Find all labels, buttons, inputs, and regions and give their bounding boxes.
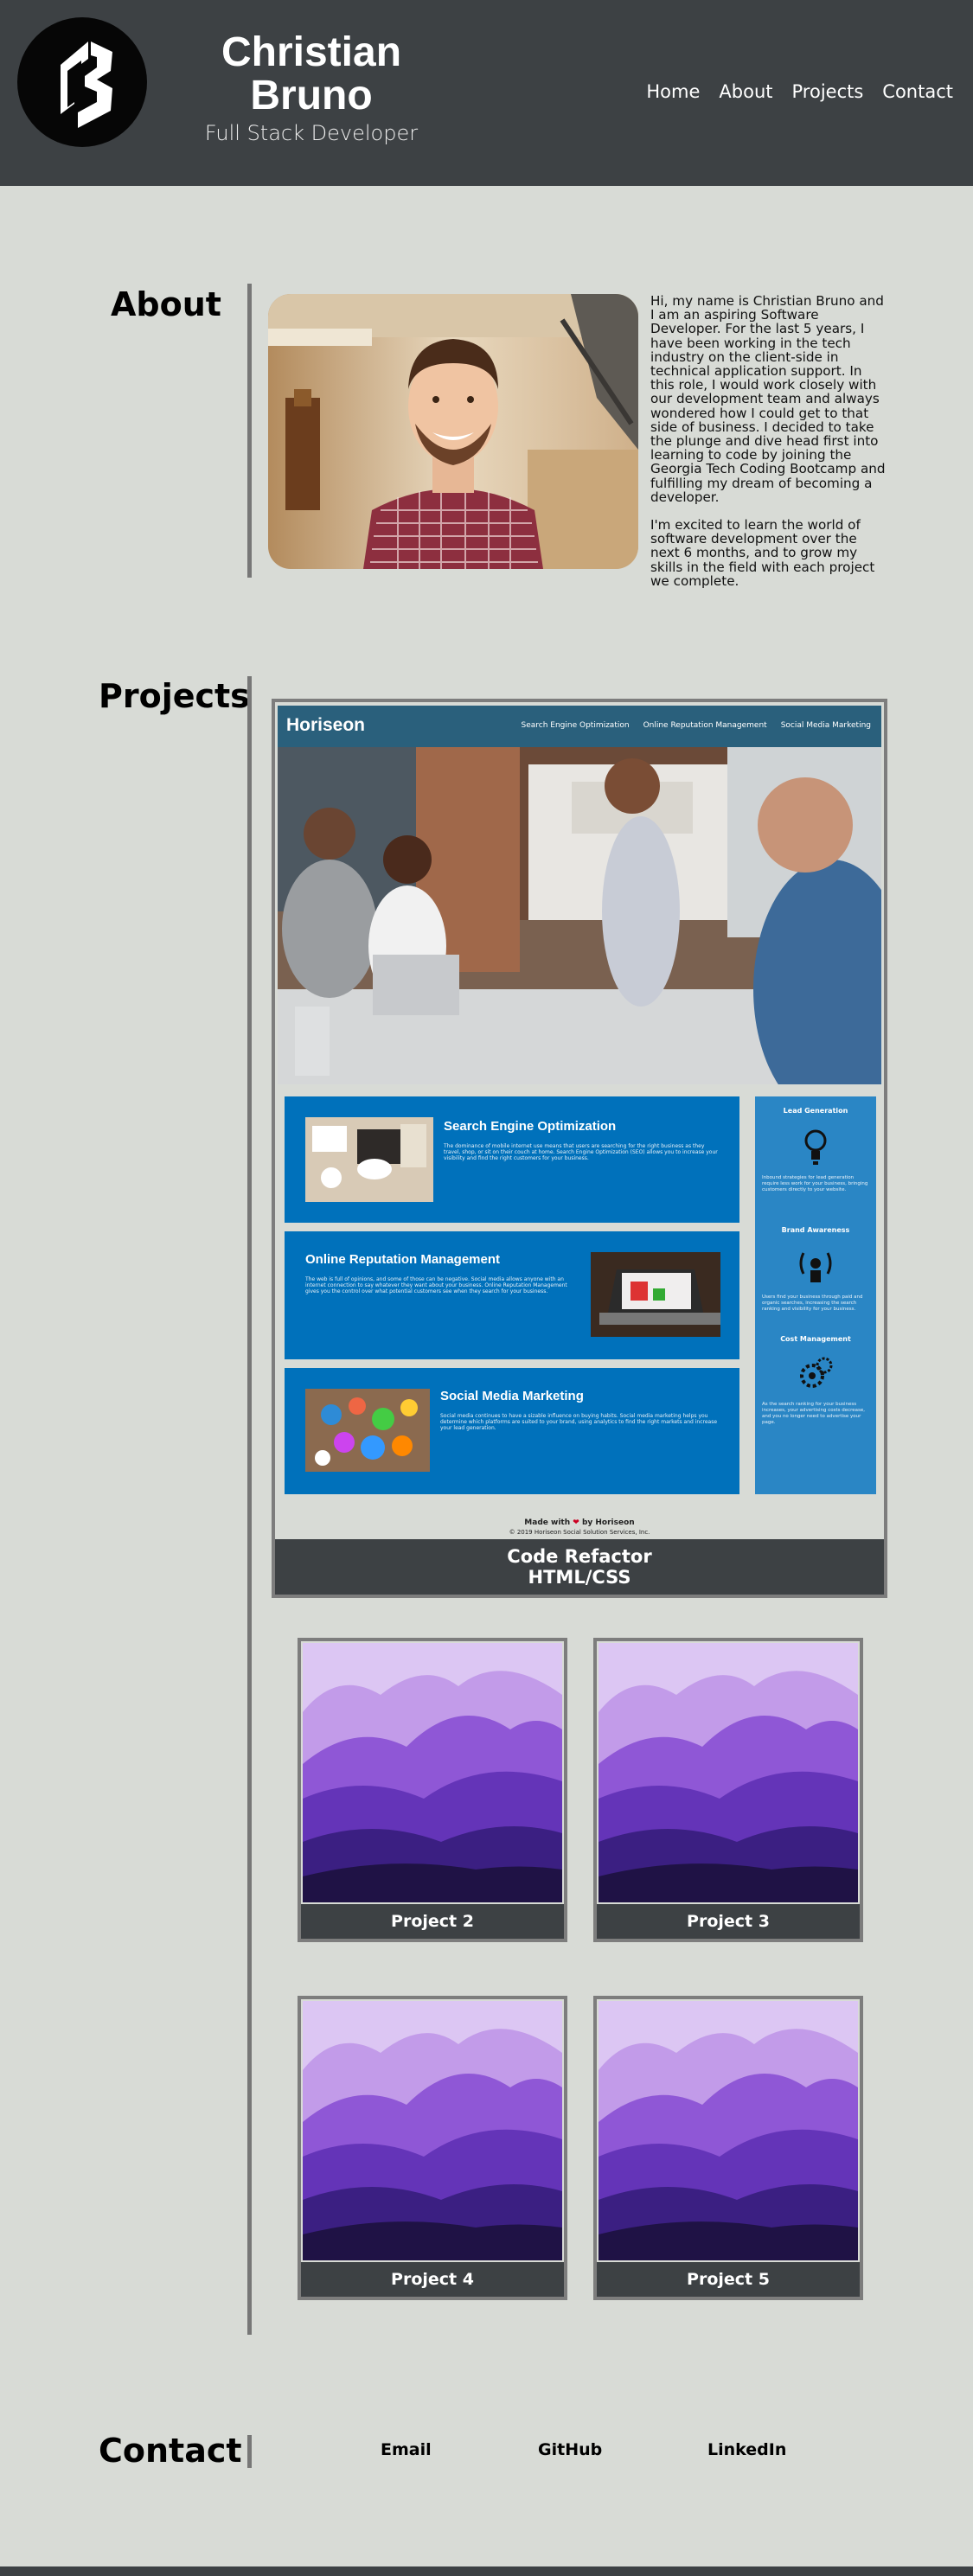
project-2-caption: Project 2 xyxy=(301,1904,564,1939)
footer-made: Made with xyxy=(524,1518,571,1527)
lightbulb-icon xyxy=(804,1129,827,1165)
orm-title: Online Reputation Management xyxy=(305,1252,501,1267)
heart-icon: ❤ xyxy=(573,1518,579,1527)
contact-links: Email GitHub LinkedIn xyxy=(381,2440,786,2459)
about-paragraph-1: Hi, my name is Christian Bruno and I am … xyxy=(650,293,886,505)
nav-contact[interactable]: Contact xyxy=(873,81,963,102)
smm-image xyxy=(305,1389,430,1472)
horiseon-card-seo: Search Engine Optimization The dominance… xyxy=(285,1096,739,1223)
horiseon-header: Horiseon Search Engine Optimization Onli… xyxy=(278,706,881,747)
cost-text: As the search ranking for your business … xyxy=(762,1402,866,1425)
horiseon-nav: Search Engine Optimization Online Reputa… xyxy=(522,721,872,730)
mountain-placeholder-image xyxy=(599,1643,858,1902)
horiseon-nav-smm: Social Media Marketing xyxy=(780,721,871,730)
caption-line-2: HTML/CSS xyxy=(528,1567,631,1588)
horiseon-card-orm: Online Reputation Management The web is … xyxy=(285,1231,739,1359)
cb-logo-icon[interactable] xyxy=(17,17,147,147)
project-3-caption: Project 3 xyxy=(597,1904,860,1939)
projects-divider xyxy=(247,676,252,2335)
horiseon-footer: Made with ❤ by Horiseon © 2019 Horiseon … xyxy=(278,1518,881,1536)
name-last: Bruno xyxy=(250,73,373,118)
contact-linkedin-link[interactable]: LinkedIn xyxy=(707,2440,786,2459)
mountain-placeholder-image xyxy=(599,2001,858,2260)
site-header: Christian Bruno Full Stack Developer Hom… xyxy=(0,0,973,186)
project-4-caption: Project 4 xyxy=(301,2262,564,2297)
project-2-card[interactable]: Project 2 xyxy=(298,1638,567,1942)
contact-divider xyxy=(247,2435,252,2468)
horiseon-logo: Horiseon xyxy=(286,715,366,735)
lead-title: Lead Generation xyxy=(783,1107,848,1115)
footer-copyright: © 2019 Horiseon Social Solution Services… xyxy=(509,1529,650,1536)
horiseon-nav-orm: Online Reputation Management xyxy=(643,721,767,730)
project-4-card[interactable]: Project 4 xyxy=(298,1996,567,2300)
brand-title: Brand Awareness xyxy=(781,1226,850,1234)
smm-title: Social Media Marketing xyxy=(440,1389,584,1403)
project-code-refactor[interactable]: Horiseon Search Engine Optimization Onli… xyxy=(272,699,887,1598)
project-3-card[interactable]: Project 3 xyxy=(593,1638,863,1942)
seo-text: The dominance of mobile internet use mea… xyxy=(444,1143,718,1161)
horiseon-hero-image xyxy=(278,747,881,1084)
site-subtitle: Full Stack Developer xyxy=(204,121,419,145)
footer-by: by Horiseon xyxy=(581,1518,635,1527)
projects-heading: Projects xyxy=(99,677,250,715)
about-text: Hi, my name is Christian Bruno and I am … xyxy=(650,294,887,602)
about-paragraph-2: I'm excited to learn the world of softwa… xyxy=(650,517,875,589)
site-footer xyxy=(0,2566,973,2576)
broadcast-person-icon xyxy=(799,1252,832,1282)
about-heading: About xyxy=(111,285,221,323)
brand-text: Users find your business through paid an… xyxy=(762,1294,863,1312)
cost-title: Cost Management xyxy=(780,1335,851,1343)
horiseon-benefits: Lead Generation Inbound strategies for l… xyxy=(755,1096,876,1494)
nav-projects[interactable]: Projects xyxy=(783,81,874,102)
name-first: Christian xyxy=(221,29,402,75)
contact-email-link[interactable]: Email xyxy=(381,2440,538,2459)
lead-text: Inbound strategies for lead generation r… xyxy=(762,1175,868,1192)
horiseon-nav-seo: Search Engine Optimization xyxy=(521,721,630,730)
profile-photo xyxy=(268,294,638,569)
nav-about[interactable]: About xyxy=(709,81,782,102)
caption-line-1: Code Refactor xyxy=(507,1546,652,1567)
code-refactor-caption: Code Refactor HTML/CSS xyxy=(275,1539,884,1595)
contact-github-link[interactable]: GitHub xyxy=(538,2440,707,2459)
project-5-caption: Project 5 xyxy=(597,2262,860,2297)
money-gears-icon xyxy=(800,1357,833,1388)
orm-image xyxy=(591,1252,720,1337)
project-preview: Horiseon Search Engine Optimization Onli… xyxy=(278,706,881,1543)
seo-image xyxy=(305,1117,433,1202)
site-owner-name: Christian Bruno xyxy=(190,31,432,118)
mountain-placeholder-image xyxy=(303,1643,562,1902)
mountain-placeholder-image xyxy=(303,2001,562,2260)
orm-text: The web is full of opinions, and some of… xyxy=(305,1276,567,1294)
seo-title: Search Engine Optimization xyxy=(444,1119,617,1134)
project-5-card[interactable]: Project 5 xyxy=(593,1996,863,2300)
horiseon-card-smm: Social Media Marketing Social media cont… xyxy=(285,1368,739,1494)
contact-heading: Contact xyxy=(99,2432,242,2470)
main-nav: Home About Projects Contact xyxy=(637,81,963,102)
about-divider xyxy=(247,284,252,578)
smm-text: Social media continues to have a sizable… xyxy=(440,1413,718,1431)
nav-home[interactable]: Home xyxy=(637,81,709,102)
